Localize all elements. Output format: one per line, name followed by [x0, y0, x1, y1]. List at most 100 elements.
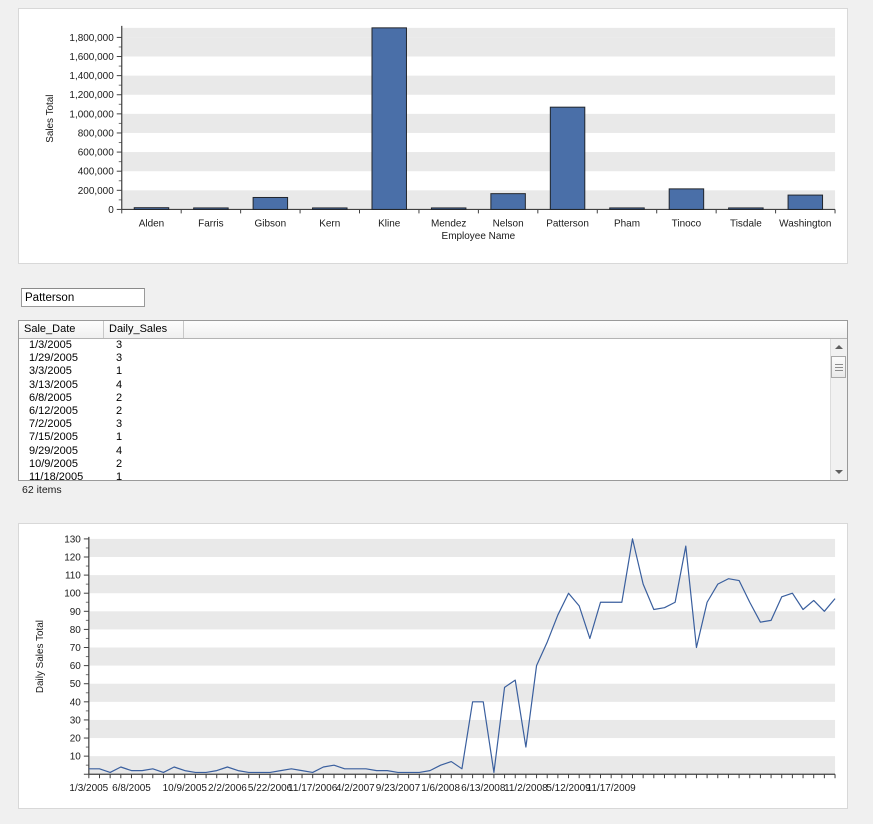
table-row[interactable]: 10/9/2005 2	[19, 458, 830, 471]
cell-sale-date: 6/8/2005	[29, 391, 72, 404]
cell-daily-sales: 3	[116, 339, 123, 351]
table-row[interactable]: 3/3/2005 1	[19, 365, 830, 378]
chart-band	[121, 113, 836, 133]
cell-filler	[184, 352, 830, 365]
bar-mendez[interactable]	[430, 207, 467, 210]
grid-item-count-status: 62 items	[22, 484, 62, 496]
table-row[interactable]: 3/13/2005 4	[19, 379, 830, 392]
table-row[interactable]: 9/29/2005 4	[19, 445, 830, 458]
bar-farris[interactable]	[193, 207, 229, 210]
y-tick-label: 130	[64, 534, 81, 545]
x-tick-label: 2/2/2006	[208, 783, 247, 794]
x-tick-label-tisdale: Tisdale	[730, 218, 762, 229]
column-header-filler	[184, 321, 847, 338]
y-tick-label: 50	[70, 679, 82, 690]
chart-band	[88, 719, 836, 739]
bar-nelson[interactable]	[490, 193, 526, 210]
cell-filler	[184, 418, 830, 431]
x-tick-label-pham: Pham	[614, 218, 640, 229]
y-tick-label: 90	[70, 607, 82, 618]
cell-daily-sales: 2	[116, 404, 123, 417]
y-tick-label: 1,200,000	[69, 90, 114, 101]
bar-kline[interactable]	[371, 27, 407, 210]
x-tick-label-mendez: Mendez	[431, 218, 466, 229]
grid-vertical-scrollbar[interactable]	[830, 339, 847, 480]
y-tick-label: 40	[70, 697, 82, 708]
table-row[interactable]: 7/2/2005 3	[19, 418, 830, 431]
bar-tisdale[interactable]	[728, 207, 764, 210]
bar-gibson[interactable]	[252, 196, 289, 210]
chart-band	[88, 647, 836, 666]
cell-sale-date: 1/29/2005	[29, 352, 78, 365]
cell-filler	[184, 392, 830, 405]
x-tick-label: 11/17/2009	[587, 783, 637, 794]
y-tick-label: 70	[70, 643, 82, 654]
x-tick-label-alden: Alden	[139, 218, 164, 229]
cell-sale-date: 10/9/2005	[29, 457, 78, 470]
chart-band	[121, 190, 836, 210]
cell-daily-sales: 3	[116, 352, 123, 365]
cell-daily-sales: 2	[116, 391, 123, 404]
x-tick-label: 10/9/2005	[163, 783, 208, 794]
x-tick-label: 11/2/2008	[504, 783, 548, 794]
x-tick-label: 6/8/2005	[112, 783, 151, 794]
y-tick-label: 1,600,000	[69, 52, 114, 63]
sales-by-employee-bar-chart: 0 200,000 400,000 600,000 800,000 1,000,000 1,…	[18, 8, 848, 264]
employee-name-input[interactable]: Patterson	[21, 288, 145, 307]
cell-filler	[184, 445, 830, 458]
column-header-daily-sales[interactable]: Daily_Sales	[104, 321, 184, 338]
y-tick-label: 0	[108, 205, 114, 216]
table-row[interactable]: 6/8/2005 2	[19, 392, 830, 405]
cell-filler	[184, 339, 830, 352]
bar-washington[interactable]	[787, 194, 824, 210]
cell-sale-date: 1/3/2005	[29, 339, 72, 351]
cell-sale-date: 9/29/2005	[29, 444, 78, 457]
cell-filler	[184, 471, 830, 480]
x-tick-label: 5/12/2009	[546, 783, 591, 794]
table-row[interactable]: 6/12/2005 2	[19, 405, 830, 418]
x-tick-label: 4/2/2007	[336, 783, 375, 794]
table-row[interactable]: 11/18/2005 1	[19, 471, 830, 480]
scrollbar-thumb[interactable]	[831, 356, 846, 378]
cell-sale-date: 11/18/2005	[29, 470, 84, 480]
column-header-sale-date[interactable]: Sale_Date	[19, 321, 104, 338]
cell-filler	[184, 458, 830, 471]
cell-sale-date: 3/3/2005	[29, 365, 72, 378]
daily-sales-data-grid[interactable]: Sale_Date Daily_Sales 1/3/2005 3 1/29/2005…	[18, 320, 848, 481]
bar-tinoco[interactable]	[668, 188, 705, 210]
x-tick-label-gibson: Gibson	[255, 218, 287, 229]
cell-sale-date: 6/12/2005	[29, 404, 78, 417]
cell-daily-sales: 4	[116, 378, 123, 391]
bar-patterson[interactable]	[549, 106, 586, 210]
x-tick-label-kern: Kern	[319, 218, 340, 229]
x-tick-label-patterson: Patterson	[546, 218, 589, 229]
bar-chart-svg: 0 200,000 400,000 600,000 800,000 1,000,000 1,…	[45, 25, 836, 242]
application-window: 0 200,000 400,000 600,000 800,000 1,000,000 1,…	[0, 0, 873, 824]
cell-sale-date: 7/15/2005	[29, 431, 78, 444]
y-tick-label: 110	[65, 571, 81, 582]
chart-band	[121, 37, 836, 57]
cell-filler	[184, 379, 830, 392]
bar-kern[interactable]	[312, 207, 348, 210]
x-tick-label-kline: Kline	[378, 218, 401, 229]
scroll-down-arrow-icon[interactable]	[831, 464, 846, 480]
cell-filler	[184, 405, 830, 418]
scroll-up-arrow-icon[interactable]	[831, 339, 846, 355]
bar-alden[interactable]	[133, 207, 170, 210]
x-tick-label-farris: Farris	[198, 218, 223, 229]
x-tick-label: 6/13/2008	[461, 783, 506, 794]
y-tick-label: 1,800,000	[69, 33, 114, 44]
y-tick-label: 10	[70, 752, 82, 763]
bar-pham[interactable]	[609, 207, 645, 210]
cell-daily-sales: 2	[116, 457, 123, 470]
table-row[interactable]: 1/29/2005 3	[19, 352, 830, 365]
daily-sales-line-chart: 10 20 30 40 50 60 70 80 90 100 110 120 130 1/3/2005 6/…	[18, 523, 848, 809]
y-tick-label: 120	[64, 552, 81, 563]
table-row[interactable]: 7/15/2005 1	[19, 431, 830, 444]
x-tick-label-nelson: Nelson	[493, 218, 524, 229]
cell-daily-sales: 3	[116, 418, 123, 431]
chart-band	[88, 683, 836, 702]
y-tick-label: 1,400,000	[69, 71, 114, 82]
x-tick-label: 1/6/2008	[421, 783, 460, 794]
table-row[interactable]: 1/3/2005 3	[19, 339, 830, 352]
